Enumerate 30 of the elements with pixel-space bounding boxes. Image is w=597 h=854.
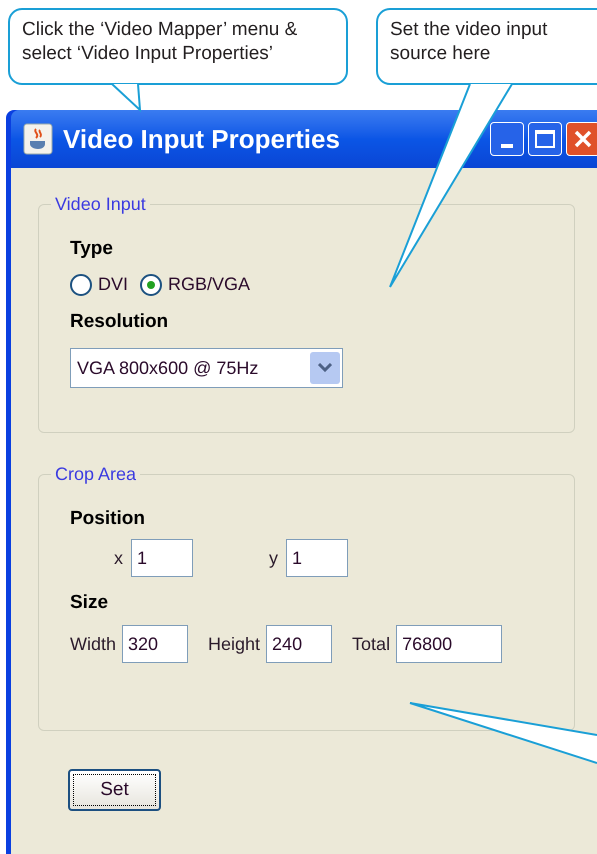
section-heading: Resolution (70, 310, 170, 334)
close-button[interactable] (566, 122, 597, 156)
maximize-button[interactable] (528, 122, 562, 156)
close-icon (573, 129, 593, 149)
field-label: y (269, 546, 278, 570)
section-heading: Position (70, 507, 146, 531)
group-legend: Video Input (51, 194, 150, 214)
radio-button[interactable]: DVI (70, 271, 128, 298)
section-heading: Size (70, 591, 110, 615)
input-field[interactable]: 1 (286, 539, 348, 577)
coffee-cup-icon (23, 123, 53, 155)
minimize-button[interactable] (490, 122, 524, 156)
radio-button[interactable]: RGB/VGA (140, 271, 250, 298)
input-field[interactable]: 240 (266, 625, 332, 663)
input-field[interactable]: 1 (131, 539, 193, 577)
callout-pointer (111, 83, 142, 112)
section-heading: Type (70, 237, 114, 261)
callout-bubble: Set the video input source here (376, 8, 597, 85)
resolution-dropdown[interactable]: VGA 800x600 @ 75Hz (70, 348, 343, 388)
field-label: x (114, 546, 123, 570)
callout-bubble: Click the ‘Video Mapper’ menu & select ‘Video Input Properties’ (8, 8, 348, 85)
field-label: Width (70, 632, 116, 656)
input-field[interactable]: 320 (122, 625, 188, 663)
group-legend: Crop Area (51, 464, 140, 484)
chevron-down-icon (318, 363, 332, 373)
field-label: Total (352, 632, 390, 656)
input-field[interactable]: 76800 (396, 625, 502, 663)
window-title: Video Input Properties (63, 122, 340, 156)
field-label: Height (208, 632, 260, 656)
set-button[interactable]: Set (68, 769, 161, 811)
